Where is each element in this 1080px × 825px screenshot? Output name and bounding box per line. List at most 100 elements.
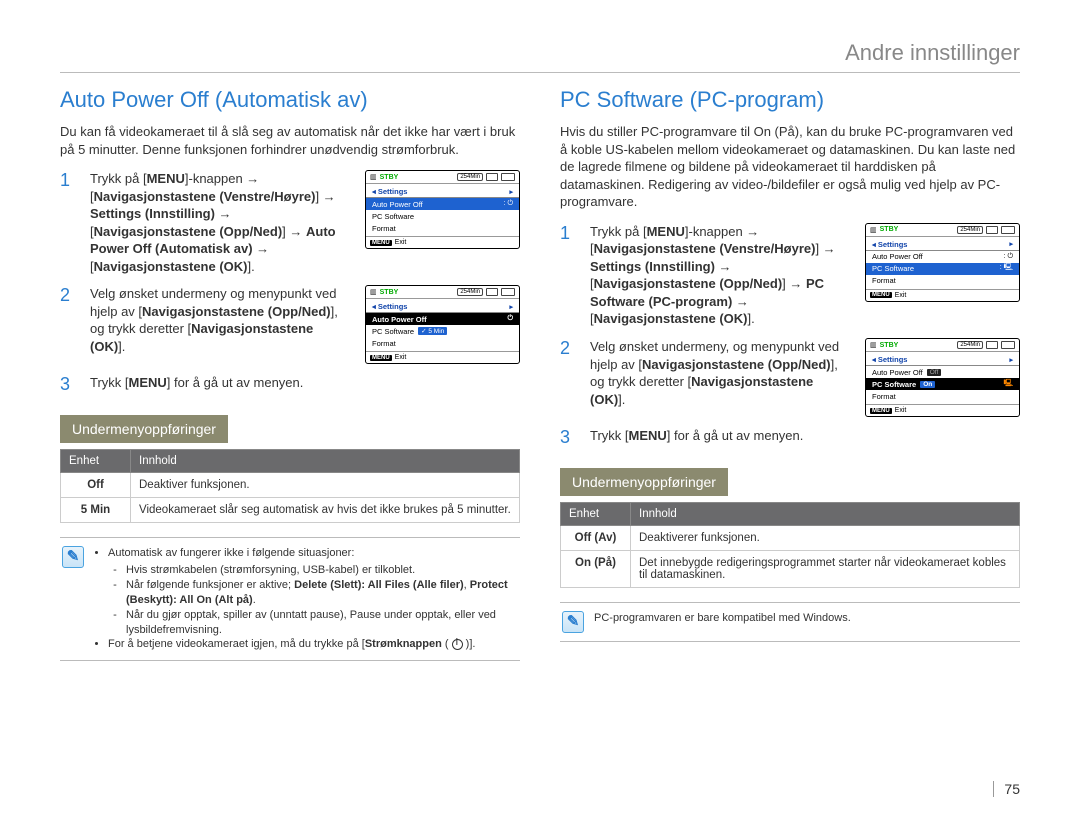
menu-label: MENU (129, 375, 167, 390)
settings-label: Settings (378, 302, 408, 311)
step-body: Velg ønsket undermeny og menypunkt ved h… (90, 285, 351, 355)
t: ( (442, 638, 452, 650)
submenu-table: Enhet Innhold Off Deaktiver funksjonen. … (60, 449, 520, 523)
submenu-badge: Undermenyoppføringer (60, 415, 228, 443)
card-icon (486, 288, 498, 296)
menu-chip: MENU (370, 240, 392, 246)
t: Automatisk av fungerer ikke i følgende s… (108, 547, 354, 559)
card-icon (986, 226, 998, 234)
note-box: ✎ Automatisk av fungerer ikke i følgende… (60, 537, 520, 661)
stby-label: STBY (880, 226, 899, 233)
menu-item: Format (872, 392, 896, 401)
flyout-on: On (923, 381, 932, 388)
cell-val: Deaktiverer funksjonen. (631, 526, 1020, 551)
stby-label: STBY (880, 342, 899, 349)
menu-item: PC Software (372, 327, 414, 336)
right-step-2: 2 Velg ønsket undermeny, og menypunkt ve… (560, 338, 1020, 417)
table-row: Off (Av) Deaktiverer funksjonen. (561, 526, 1020, 551)
menu-item: PC Software (872, 380, 916, 389)
t: Når du gjør opptak, spiller av (unntatt … (126, 608, 518, 638)
lcd-screenshot-3: ▥ STBY 254Min ◂ Settings▸ Auto Power Off… (865, 223, 1020, 302)
step-body: Trykk på [MENU]-knappen → [Navigasjonsta… (590, 223, 851, 328)
lcd-screenshot-2: ▥ STBY 254Min ◂ Settings▸ Auto Power Off… (365, 285, 520, 364)
t: Settings (Innstilling) (90, 206, 215, 221)
menu-label: MENU (629, 428, 667, 443)
card-icon (486, 173, 498, 181)
menu-chip: MENU (870, 292, 892, 298)
battery-icon (501, 173, 515, 181)
t: ] for å gå ut av menyen. (167, 375, 304, 390)
menu-chip: MENU (370, 355, 392, 361)
note-box: ✎ PC-programvaren er bare kompatibel med… (560, 602, 1020, 642)
t: Navigasjonstastene (Opp/Ned) (594, 276, 783, 291)
step-number: 3 (560, 427, 576, 448)
cell-key: Off (Av) (561, 526, 631, 551)
menu-item: Format (372, 339, 396, 348)
t: ] → (315, 189, 335, 204)
menu-label: MENU (647, 224, 685, 239)
page-number: 75 (993, 781, 1020, 797)
stby-label: STBY (380, 289, 399, 296)
submenu-badge: Undermenyoppføringer (560, 468, 728, 496)
cell-val: Videokameraet slår seg automatisk av hvi… (131, 498, 520, 523)
min-label: 254Min (957, 226, 983, 234)
th-enhet: Enhet (61, 450, 131, 473)
t: Hvis strømkabelen (strømforsyning, USB-k… (126, 563, 518, 578)
flyout-off: Off (930, 369, 939, 376)
step-number: 1 (60, 170, 76, 191)
note-icon: ✎ (62, 546, 84, 568)
left-title: Auto Power Off (Automatisk av) (60, 87, 520, 113)
t: Når følgende funksjoner er aktive; (126, 579, 294, 591)
right-intro: Hvis du stiller PC-programvare til On (P… (560, 123, 1020, 211)
t: Trykk på [ (90, 171, 147, 186)
battery-icon (1001, 226, 1015, 234)
sd-icon: ▥ (870, 226, 877, 234)
exit-label: Exit (395, 354, 407, 361)
menu-item: Auto Power Off (372, 315, 427, 324)
t: ]. (618, 392, 625, 407)
stby-label: STBY (380, 174, 399, 181)
t: Delete (Slett): All Files (Alle filer) (294, 579, 464, 591)
step-body: Trykk på [MENU]-knappen → [Navigasjonsta… (90, 170, 351, 275)
left-intro: Du kan få videokameraet til å slå seg av… (60, 123, 520, 158)
cell-key: 5 Min (61, 498, 131, 523)
note-body: PC-programvaren er bare kompatibel med W… (594, 611, 851, 633)
t: Trykk [ (590, 428, 629, 443)
th-enhet: Enhet (561, 503, 631, 526)
t: )]. (463, 638, 476, 650)
t: Navigasjonstastene (Venstre/Høyre) (594, 241, 816, 256)
t: Strømknappen (365, 638, 442, 650)
settings-label: Settings (878, 355, 908, 364)
columns: Auto Power Off (Automatisk av) Du kan få… (60, 87, 1020, 661)
page-header: Andre innstillinger (60, 40, 1020, 73)
min-label: 254Min (457, 288, 483, 296)
cell-key: On (På) (561, 551, 631, 588)
t: ]. (748, 311, 755, 326)
t: Trykk på [ (590, 224, 647, 239)
cell-val: Deaktiver funksjonen. (131, 473, 520, 498)
t: Navigasjonstastene (OK) (594, 311, 748, 326)
t: . (253, 594, 256, 606)
min-label: 254Min (457, 173, 483, 181)
menu-item: Format (372, 224, 396, 233)
t: ] → (815, 241, 835, 256)
card-icon (986, 341, 998, 349)
note-icon: ✎ (562, 611, 584, 633)
th-innhold: Innhold (131, 450, 520, 473)
t: Trykk [ (90, 375, 129, 390)
table-row: 5 Min Videokameraet slår seg automatisk … (61, 498, 520, 523)
t: ] → (782, 276, 806, 291)
menu-item: Auto Power Off (872, 368, 923, 377)
t: Navigasjonstastene (Opp/Ned) (642, 357, 831, 372)
note-body: Automatisk av fungerer ikke i følgende s… (94, 546, 518, 652)
t: ] → (282, 224, 306, 239)
step-body: Trykk [MENU] for å gå ut av menyen. (590, 427, 803, 445)
step-body: Trykk [MENU] for å gå ut av menyen. (90, 374, 303, 392)
t: ]. (118, 339, 125, 354)
battery-icon (1001, 341, 1015, 349)
t: Settings (Innstilling) (590, 259, 715, 274)
step-number: 2 (560, 338, 576, 359)
t: For å betjene videokameraet igjen, må du… (108, 638, 365, 650)
flyout-5min: 5 Min (428, 328, 444, 335)
sd-icon: ▥ (370, 288, 377, 296)
